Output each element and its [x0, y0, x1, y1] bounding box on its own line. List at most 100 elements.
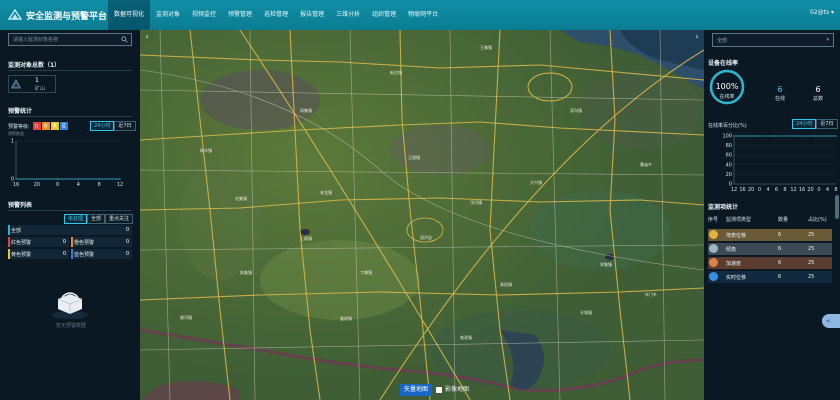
row-ratio: 25: [808, 232, 815, 238]
place-label: 双沟镇: [570, 108, 582, 113]
place-label: 界集镇: [600, 262, 612, 267]
total-count: 6: [815, 85, 821, 94]
list-item-yellow[interactable]: 黄色预警 0: [8, 249, 69, 259]
total-label: 总数: [812, 96, 823, 102]
data-point: [15, 178, 17, 180]
object-search-input[interactable]: [9, 34, 119, 45]
x-tick-label: 4: [766, 187, 769, 193]
list-item-count: 0: [62, 251, 66, 257]
right-panel: 全部 ▾ 设备在线率 100% 在线率 6 在线 6 总数 在线率百分比(%) …: [704, 30, 840, 400]
device-filter-select[interactable]: 全部 ▾: [712, 33, 834, 47]
place-label: 周集镇: [300, 108, 312, 113]
nav-monitor-objects[interactable]: 监测对象: [150, 0, 186, 30]
place-label: 王集镇: [480, 45, 492, 50]
data-point: [733, 135, 735, 137]
y-tick-label: 1: [11, 139, 14, 145]
level-yellow-swatch[interactable]: 黄: [50, 122, 59, 130]
col-ratio: 占比(%): [808, 217, 827, 223]
nav-iot[interactable]: 物联网平台: [402, 0, 444, 30]
level-label: 预警等级:: [8, 123, 30, 130]
warning-list-filter: 未处理 全部 重点关注: [64, 214, 134, 224]
table-row[interactable]: 倾角 6 25: [708, 243, 832, 255]
filter-7d[interactable]: 近7日: [816, 119, 838, 129]
total-kpi: 6 总数: [806, 85, 830, 102]
row-ratio: 25: [808, 260, 815, 266]
right-scrollbar[interactable]: [835, 195, 839, 219]
col-count: 数量: [778, 217, 789, 223]
object-stat-card[interactable]: 1 矿山: [8, 75, 56, 93]
level-orange-swatch[interactable]: 橙: [41, 122, 50, 130]
y-tick-label: 40: [726, 162, 732, 168]
filter-all[interactable]: 全部: [87, 214, 106, 224]
list-item-blue[interactable]: 蓝色预警 0: [71, 249, 132, 259]
left-panel: 监测对象总数（1） 1 矿山 预警统计 预警等级: 红 橙 黄 蓝 24小时 近…: [0, 30, 140, 400]
divider: [8, 116, 132, 117]
nav-report[interactable]: 报告管理: [294, 0, 330, 30]
user-menu[interactable]: 02@ts ▾: [810, 9, 834, 16]
place-label: 耿车镇: [200, 148, 212, 153]
checkbox[interactable]: [436, 387, 443, 393]
x-tick-label: 20: [807, 187, 813, 193]
data-point: [753, 135, 755, 137]
row-count: 6: [778, 232, 782, 238]
col-type: 监测项类型: [726, 217, 752, 223]
x-tick-label: 8: [783, 187, 786, 193]
app-logo[interactable]: 安全监测与预警平台: [0, 9, 108, 22]
image-map-label: 影像地图: [445, 386, 470, 393]
data-point: [57, 178, 59, 180]
nav-warning[interactable]: 预警管理: [222, 0, 258, 30]
vector-map-button[interactable]: 矢量地图: [400, 384, 433, 396]
place-label: 仓集镇: [235, 196, 247, 201]
table-row[interactable]: 加速度 6 25: [708, 257, 832, 269]
online-rate-label: 在线率: [719, 94, 735, 100]
table-row[interactable]: 实时位移 6 25: [708, 271, 832, 283]
place-label: 大兴镇: [530, 180, 542, 185]
x-tick-label: 12: [117, 182, 123, 188]
row-ratio: 25: [808, 246, 815, 252]
online-kpi: 6 在线: [768, 85, 792, 102]
empty-text: 暂无预警数据: [55, 323, 86, 329]
y-tick-label: 100: [722, 134, 732, 140]
image-map-option[interactable]: 影像地图: [432, 384, 473, 396]
map-layer-switch: 矢量地图 影像地图: [400, 384, 473, 396]
list-item-label: 黄色预警: [11, 252, 32, 258]
divider: [8, 210, 132, 211]
x-tick-label: 16: [739, 187, 745, 193]
map-view[interactable]: 王集镇 新庄镇 双沟镇 周集镇 耿车镇 王楼镇 大兴镇 洋河镇 仓集镇 来龙镇 …: [140, 30, 704, 400]
search-icon[interactable]: [121, 36, 128, 43]
filter-unhandled[interactable]: 未处理: [64, 214, 88, 224]
nav-3d[interactable]: 三维分析: [330, 0, 366, 30]
level-red-swatch[interactable]: 红: [32, 122, 41, 130]
place-label: 重岗镇: [340, 316, 352, 321]
x-tick-label: 0: [817, 187, 820, 193]
filter-24h[interactable]: 24小时: [90, 121, 115, 131]
filter-7d[interactable]: 近7日: [114, 121, 136, 131]
collapse-right-icon[interactable]: ›: [692, 32, 702, 42]
x-tick-label: 20: [34, 182, 40, 188]
table-row[interactable]: 地表位移 6 25: [708, 229, 832, 241]
color-bar: [71, 237, 73, 247]
filter-focus[interactable]: 重点关注: [105, 214, 134, 224]
filter-24h[interactable]: 24小时: [792, 119, 817, 129]
level-blue-swatch[interactable]: 蓝: [59, 122, 68, 130]
place-label: 来龙镇: [320, 190, 332, 195]
list-item-orange[interactable]: 橙色预警 0: [71, 237, 132, 247]
mountain-icon: [11, 79, 21, 89]
expand-side-icon[interactable]: «: [822, 314, 840, 328]
nav-inspection[interactable]: 巡检管理: [258, 0, 294, 30]
collapse-left-icon[interactable]: ‹: [142, 32, 152, 42]
nav-organization[interactable]: 组织管理: [366, 0, 402, 30]
logo-icon: [8, 9, 22, 20]
list-item-all[interactable]: 全部 0: [8, 225, 132, 235]
satellite-map[interactable]: [140, 30, 704, 400]
warning-list-title: 预警列表: [8, 202, 33, 209]
data-point: [815, 135, 817, 137]
nav-video[interactable]: 视频监控: [186, 0, 222, 30]
x-tick-label: 8: [834, 187, 837, 193]
list-item-red[interactable]: 红色预警 0: [8, 237, 69, 247]
warning-level-filter: 预警等级: 红 橙 黄 蓝: [8, 121, 69, 131]
tilt-icon: [709, 244, 718, 253]
realtime-displacement-icon: [709, 272, 718, 281]
nav-data-visualization[interactable]: 数据可视化: [108, 0, 151, 30]
place-label: 青阳镇: [500, 282, 512, 287]
